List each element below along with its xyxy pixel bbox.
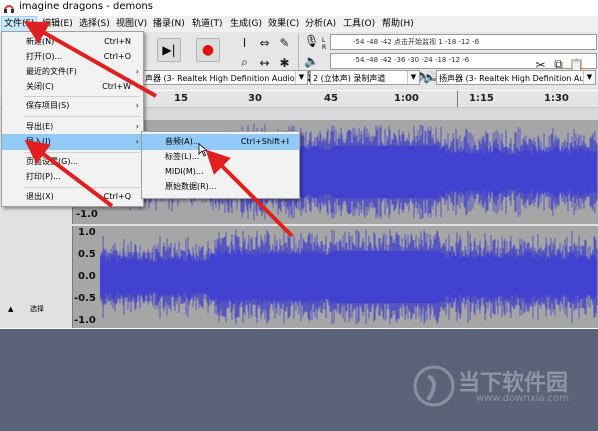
annotation-arrows bbox=[23, 21, 294, 238]
arrow-to-file-menu bbox=[23, 21, 157, 98]
arrow-to-audio bbox=[205, 149, 294, 238]
arrow-to-import bbox=[24, 139, 114, 208]
